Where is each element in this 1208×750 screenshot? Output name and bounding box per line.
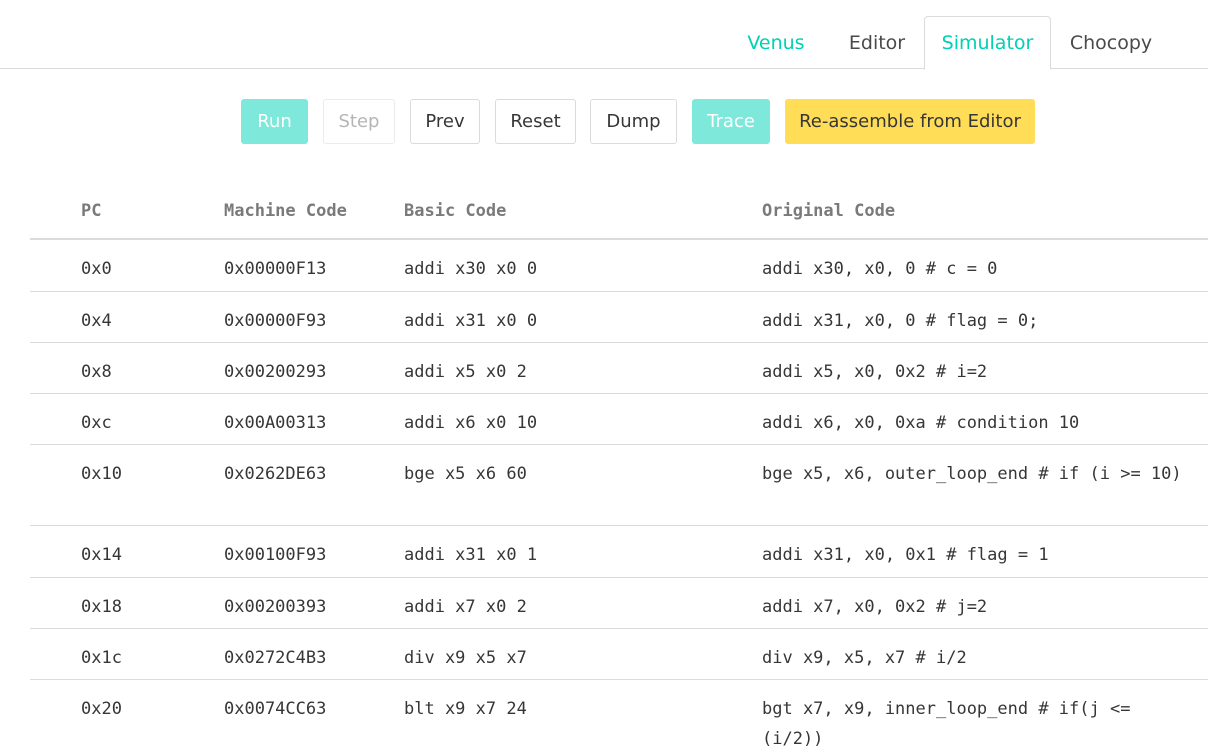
machine-code-cell: 0x0074CC63 [224,699,327,719]
machine-code-cell: 0x00200293 [224,362,327,382]
pc-cell: 0xc [81,413,112,433]
machine-code-cell: 0x00A00313 [224,413,327,433]
table-row[interactable]: 0xc 0x00A00313 addi x6 x0 10 addi x6, x0… [30,394,1208,445]
machine-code-cell: 0x00100F93 [224,545,327,565]
dump-button[interactable]: Dump [590,99,677,144]
original-code-cell: addi x6, x0, 0xa # condition 10 [762,413,1080,433]
table-row[interactable]: 0x1c 0x0272C4B3 div x9 x5 x7 div x9, x5,… [30,629,1208,680]
table-row[interactable]: 0x18 0x00200393 addi x7 x0 2 addi x7, x0… [30,578,1208,629]
original-code-cell: bgt x7, x9, inner_loop_end # if(j <= (i/… [762,699,1141,749]
header-pc: PC [81,201,102,221]
header-machine-code: Machine Code [224,201,347,221]
pc-cell: 0x20 [81,699,122,719]
pc-cell: 0x1c [81,648,122,668]
original-code-cell: div x9, x5, x7 # i/2 [762,648,967,668]
original-code-cell: addi x31, x0, 0 # flag = 0; [762,311,1039,331]
machine-code-cell: 0x00000F93 [224,311,327,331]
original-code-cell: addi x7, x0, 0x2 # j=2 [762,597,988,617]
trace-button[interactable]: Trace [692,99,770,144]
basic-code-cell: addi x31 x0 0 [404,311,538,331]
reassemble-button[interactable]: Re-assemble from Editor [785,99,1035,144]
header-basic-code: Basic Code [404,201,507,221]
basic-code-cell: addi x6 x0 10 [404,413,538,433]
tab-simulator[interactable]: Simulator [924,16,1051,70]
original-code-cell: bge x5, x6, outer_loop_end # if (i >= 10… [762,464,1182,484]
original-code-cell: addi x30, x0, 0 # c = 0 [762,259,998,279]
basic-code-cell: div x9 x5 x7 [404,648,527,668]
table-row[interactable]: 0x8 0x00200293 addi x5 x0 2 addi x5, x0,… [30,343,1208,394]
machine-code-cell: 0x00000F13 [224,259,327,279]
basic-code-cell: addi x31 x0 1 [404,545,538,565]
machine-code-cell: 0x00200393 [224,597,327,617]
program-table: PC Machine Code Basic Code Original Code… [30,188,1208,750]
tab-venus[interactable]: Venus [728,16,824,69]
pc-cell: 0x18 [81,597,122,617]
pc-cell: 0x10 [81,464,122,484]
pc-cell: 0x14 [81,545,122,565]
machine-code-cell: 0x0272C4B3 [224,648,327,668]
table-row[interactable]: 0x10 0x0262DE63 bge x5 x6 60 bge x5, x6,… [30,445,1208,526]
machine-code-cell: 0x0262DE63 [224,464,327,484]
basic-code-cell: addi x5 x0 2 [404,362,527,382]
pc-cell: 0x8 [81,362,112,382]
prev-button[interactable]: Prev [410,99,480,144]
basic-code-cell: bge x5 x6 60 [404,464,527,484]
table-row[interactable]: 0x20 0x0074CC63 blt x9 x7 24 bgt x7, x9,… [30,680,1208,750]
table-row[interactable]: 0x14 0x00100F93 addi x31 x0 1 addi x31, … [30,526,1208,578]
header-original-code: Original Code [762,201,896,221]
run-button[interactable]: Run [241,99,308,144]
reset-button[interactable]: Reset [495,99,576,144]
basic-code-cell: addi x7 x0 2 [404,597,527,617]
original-code-cell: addi x5, x0, 0x2 # i=2 [762,362,988,382]
original-code-cell: addi x31, x0, 0x1 # flag = 1 [762,545,1049,565]
table-row[interactable]: 0x4 0x00000F93 addi x31 x0 0 addi x31, x… [30,292,1208,343]
step-button[interactable]: Step [323,99,395,144]
basic-code-cell: blt x9 x7 24 [404,699,527,719]
table-row[interactable]: 0x0 0x00000F13 addi x30 x0 0 addi x30, x… [30,240,1208,292]
basic-code-cell: addi x30 x0 0 [404,259,538,279]
table-header: PC Machine Code Basic Code Original Code [30,188,1208,240]
tab-editor[interactable]: Editor [830,16,924,69]
pc-cell: 0x0 [81,259,112,279]
tab-chocopy[interactable]: Chocopy [1055,16,1167,69]
top-tabs: Venus Editor Simulator Chocopy [0,0,1208,70]
pc-cell: 0x4 [81,311,112,331]
